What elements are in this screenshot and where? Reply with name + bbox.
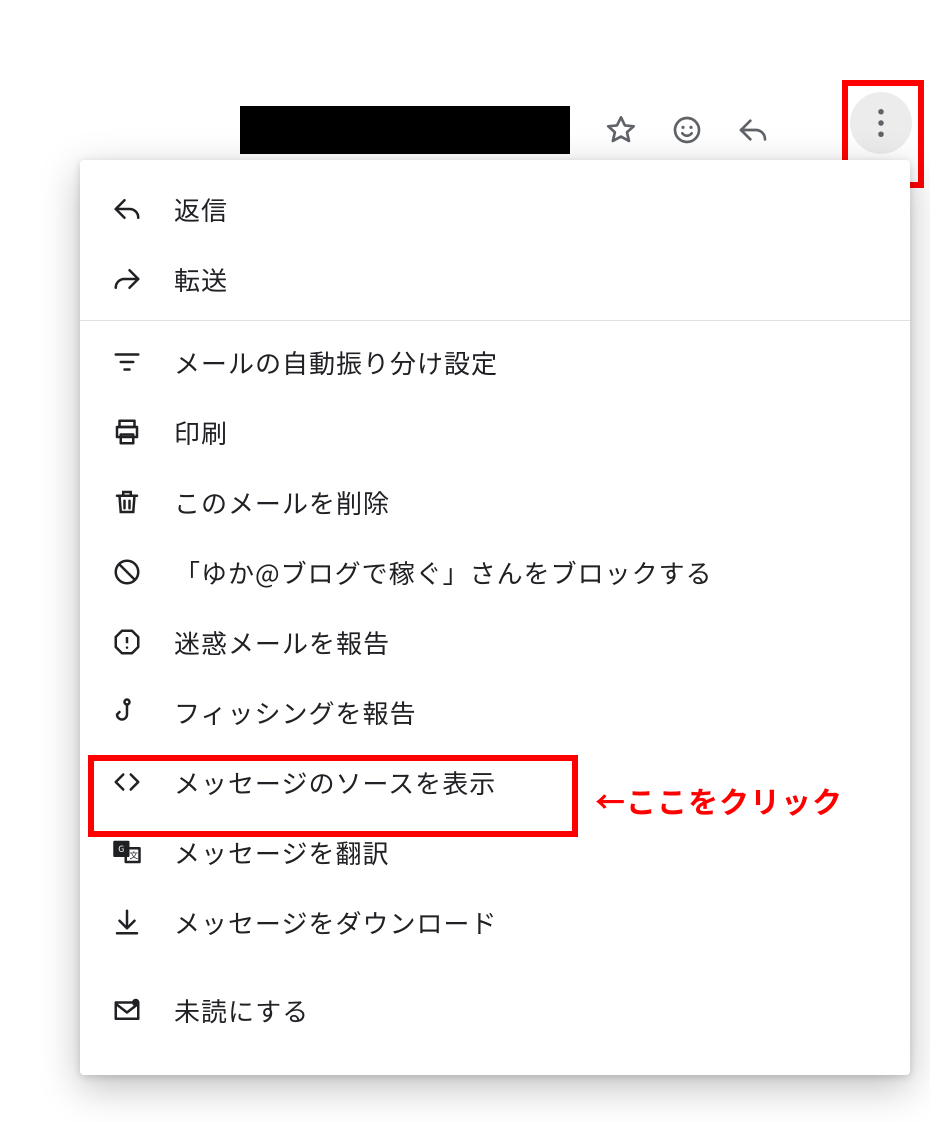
menu-item-download[interactable]: メッセージをダウンロード — [80, 887, 910, 957]
phishing-hook-icon — [110, 695, 144, 729]
menu-item-report-spam[interactable]: 迷惑メールを報告 — [80, 607, 910, 677]
menu-item-reply[interactable]: 返信 — [80, 174, 910, 244]
menu-label: 未読にする — [174, 992, 309, 1029]
menu-separator — [80, 320, 910, 321]
spam-icon — [110, 625, 144, 659]
menu-item-print[interactable]: 印刷 — [80, 397, 910, 467]
menu-label: 迷惑メールを報告 — [174, 624, 390, 661]
svg-text:G: G — [118, 842, 125, 855]
menu-label: メールの自動振り分け設定 — [174, 344, 498, 381]
print-icon — [110, 415, 144, 449]
menu-label: メッセージをダウンロード — [174, 904, 497, 941]
menu-item-mark-unread[interactable]: 未読にする — [80, 975, 910, 1045]
redacted-sender — [240, 106, 570, 154]
message-more-menu: 返信 転送 メールの自動振り分け設定 印刷 — [80, 160, 910, 1075]
reply-arrow-icon — [110, 192, 144, 226]
reply-icon[interactable] — [734, 111, 772, 149]
menu-item-filter[interactable]: メールの自動振り分け設定 — [80, 327, 910, 397]
menu-label: 「ゆか@ブログで稼ぐ」さんをブロックする — [174, 554, 713, 591]
svg-text:文: 文 — [130, 848, 140, 861]
code-icon — [110, 765, 144, 799]
download-icon — [110, 905, 144, 939]
menu-item-block[interactable]: 「ゆか@ブログで稼ぐ」さんをブロックする — [80, 537, 910, 607]
react-smile-icon[interactable] — [668, 111, 706, 149]
mark-unread-icon — [110, 993, 144, 1027]
annotation-side: ←ここをクリック — [595, 778, 843, 822]
more-button[interactable] — [850, 92, 912, 154]
translate-icon: G 文 — [110, 835, 144, 869]
menu-item-forward[interactable]: 転送 — [80, 244, 910, 314]
menu-item-delete[interactable]: このメールを削除 — [80, 467, 910, 537]
trash-icon — [110, 485, 144, 519]
menu-label: このメールを削除 — [174, 484, 390, 521]
message-toolbar — [240, 100, 922, 160]
filter-icon — [110, 345, 144, 379]
menu-label: 印刷 — [174, 414, 228, 451]
menu-label: フィッシングを報告 — [174, 694, 416, 731]
menu-label: メッセージを翻訳 — [174, 834, 389, 871]
star-icon[interactable] — [602, 111, 640, 149]
menu-label: 転送 — [174, 261, 228, 298]
menu-item-report-phishing[interactable]: フィッシングを報告 — [80, 677, 910, 747]
vertical-scrollbar[interactable] — [930, 0, 942, 1122]
menu-item-translate[interactable]: G 文 メッセージを翻訳 — [80, 817, 910, 887]
block-icon — [110, 555, 144, 589]
menu-label: メッセージのソースを表示 — [174, 764, 496, 801]
forward-arrow-icon — [110, 262, 144, 296]
menu-label: 返信 — [174, 191, 228, 228]
